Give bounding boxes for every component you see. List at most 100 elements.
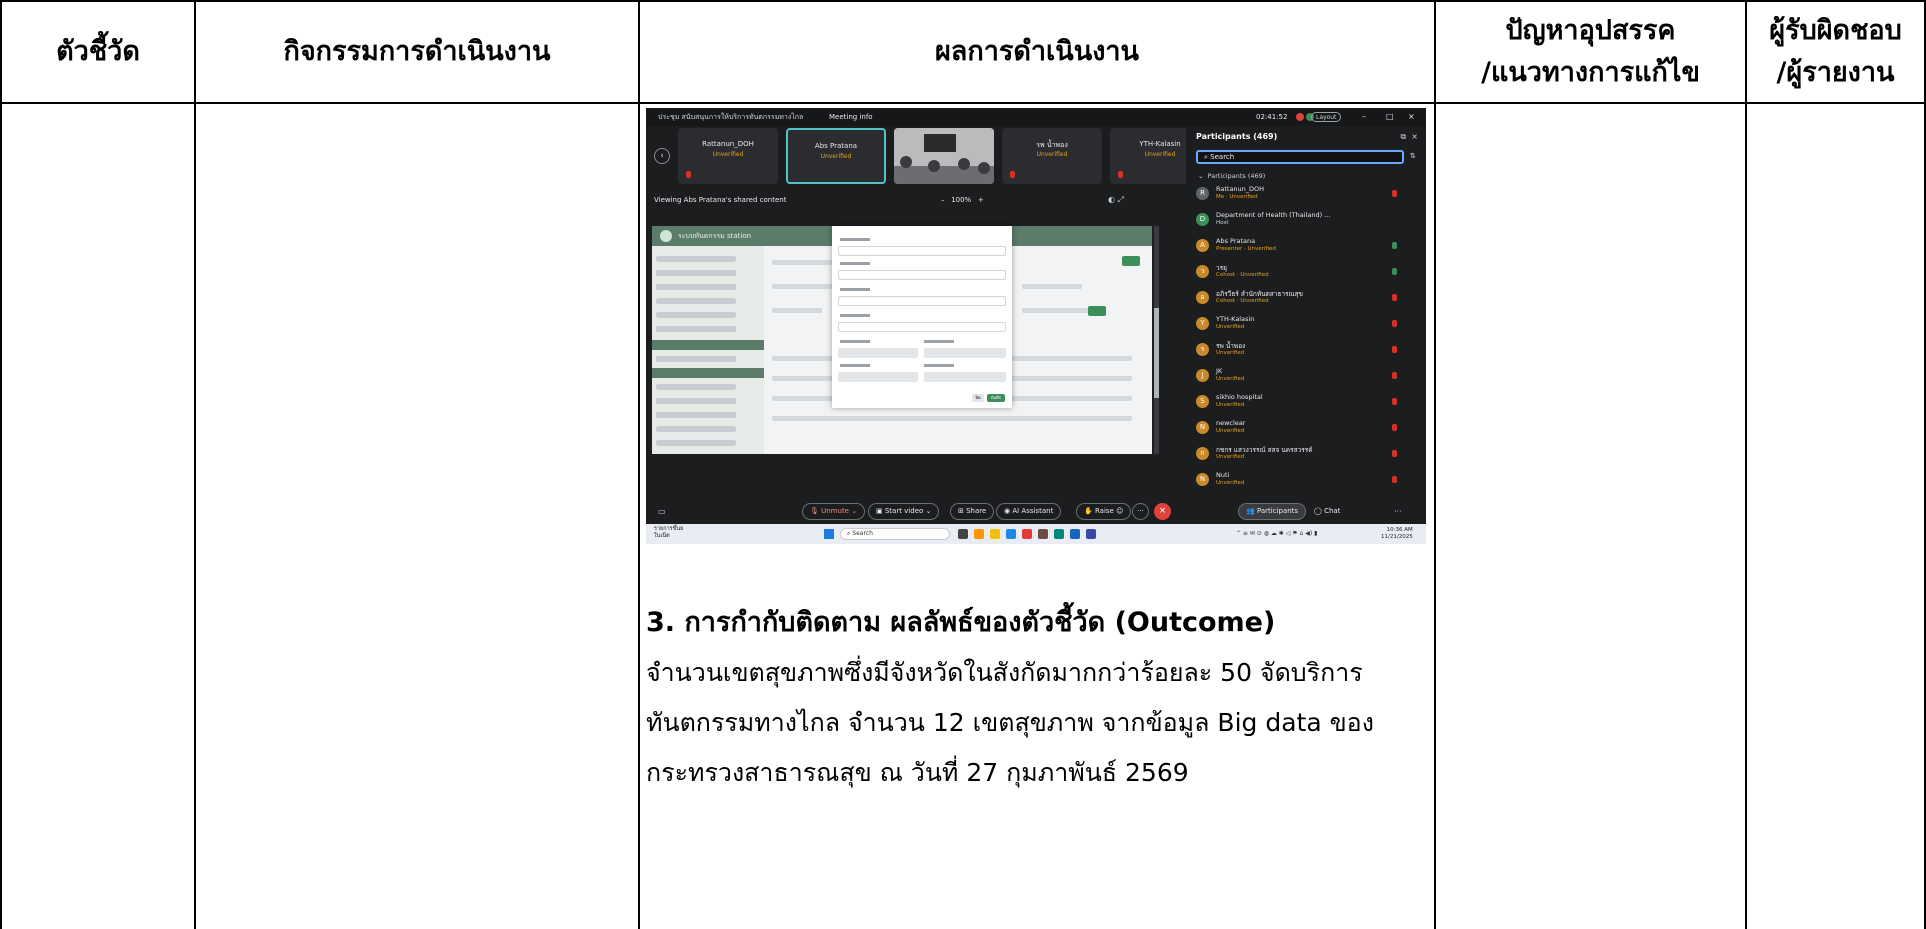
task-view-icon[interactable] — [958, 529, 968, 539]
view-options-icon[interactable]: ◐ ⤢ — [1108, 195, 1124, 205]
zoom-control[interactable]: – 100% + — [941, 196, 984, 204]
participant-name: JK — [1216, 367, 1223, 375]
minimize-icon[interactable]: – — [1362, 108, 1366, 126]
participant-mic-icon — [1392, 346, 1397, 353]
participant-row[interactable]: R Rattanun_DOH Me · Unverified — [1196, 184, 1416, 209]
participant-avatar: ร — [1196, 343, 1209, 356]
unmute-button[interactable]: 🎙 Unmute ⌄ — [802, 503, 866, 520]
taskbar-app-icon[interactable] — [1038, 529, 1048, 539]
tiles-prev-icon[interactable]: ‹ — [654, 148, 670, 164]
participant-row[interactable]: A Abs Pratana Presenter · Unverified — [1196, 236, 1416, 261]
participant-avatar: J — [1196, 369, 1209, 382]
video-tile-camera[interactable] — [894, 128, 994, 184]
taskbar-app-icon[interactable] — [1054, 529, 1064, 539]
participant-row[interactable]: D Department of Health (Thailand) ... Host — [1196, 210, 1416, 235]
participant-status: Unverified — [1216, 428, 1245, 434]
chat-button[interactable]: ◯ Chat — [1306, 503, 1348, 520]
file-explorer-icon[interactable] — [990, 529, 1000, 539]
tile-name: Rattanun_DOH — [702, 140, 754, 148]
windows-start-icon[interactable] — [824, 529, 834, 539]
layout-button[interactable]: Layout — [1311, 112, 1342, 122]
participant-name: Rattanun_DOH — [1216, 185, 1265, 193]
participant-status: Unverified — [1216, 324, 1245, 330]
video-tile[interactable]: รพ น้ำพอง Unverified — [1002, 128, 1102, 184]
participant-row[interactable]: Ssikhio hospital Unverified — [1196, 392, 1416, 417]
system-tray-icons[interactable]: ⌃ ≡ ✉ ⊙ ◍ ☁ ✱ ◁ ⚑ ⌂ ◀) ▮ — [1236, 530, 1317, 537]
participant-status: Cohost · Unverified — [1216, 298, 1269, 304]
more-options-button[interactable]: ··· — [1132, 503, 1149, 520]
taskbar-app-icon[interactable] — [1086, 529, 1096, 539]
participants-group-toggle[interactable]: ⌄ Participants (469) — [1198, 172, 1265, 180]
sort-icon[interactable]: ⇅ — [1410, 152, 1416, 160]
participant-row[interactable]: ออภิรวีธร์ สำนักทันตสาธารณสุข Cohost · Un… — [1196, 288, 1416, 313]
participant-row[interactable]: รรพ น้ำพอง Unverified — [1196, 340, 1416, 365]
header-results-label: ผลการดำเนินงาน — [934, 36, 1140, 67]
tile-status: Unverified — [820, 153, 852, 160]
video-tile-active[interactable]: Abs Pratana Unverified — [786, 128, 886, 184]
leave-meeting-button[interactable]: × — [1154, 503, 1171, 520]
participant-row[interactable]: Nnewclear Unverified — [1196, 418, 1416, 443]
video-tile[interactable]: Rattanun_DOH Unverified — [678, 128, 778, 184]
chat-label: Chat — [1324, 507, 1341, 515]
tile-status: Unverified — [1036, 151, 1068, 158]
participant-mic-icon — [1392, 190, 1397, 197]
viewing-label: Viewing Abs Pratana's shared content — [654, 196, 787, 204]
chrome-icon[interactable] — [1022, 529, 1032, 539]
share-label: Share — [966, 507, 987, 515]
header-responsible-line1: ผู้รับผิดชอบ — [1769, 15, 1902, 46]
raise-hand-button[interactable]: ✋ Raise ☺ — [1076, 503, 1132, 520]
ai-assistant-button[interactable]: ◉ AI Assistant — [996, 503, 1062, 520]
meeting-screenshot: ประชุม สนับสนุนการให้บริการทันตกรรมทางไก… — [646, 108, 1426, 544]
meeting-title-bar: ประชุม สนับสนุนการให้บริการทันตกรรมทางไก… — [646, 108, 1426, 126]
participants-search-input[interactable]: ⌕ Search — [1196, 150, 1404, 164]
tile-name: รพ น้ำพอง — [1036, 141, 1068, 149]
share-button[interactable]: ⊞ Share — [950, 503, 995, 520]
participant-status: Unverified — [1216, 376, 1245, 382]
participant-avatar: S — [1196, 395, 1209, 408]
participant-avatar: ว — [1196, 265, 1209, 278]
participants-button[interactable]: 👥 Participants — [1238, 503, 1307, 520]
shared-scroll-thumb[interactable] — [1154, 308, 1159, 398]
maximize-icon[interactable]: □ — [1386, 108, 1394, 126]
raise-label: Raise — [1094, 507, 1114, 515]
meeting-toolbar: ▭ 🎙 Unmute ⌄ ▣ Start video ⌄ ⊞ Share ◉ A… — [646, 500, 1426, 524]
close-window-icon[interactable]: × — [1408, 108, 1415, 126]
panel-popout-close-icon[interactable]: ⧉ × — [1400, 132, 1418, 142]
captions-icon[interactable]: ▭ — [658, 507, 666, 516]
weather-widget[interactable]: รายการขึ้นย ในเน็ต — [654, 526, 683, 540]
participant-row[interactable]: ววรยุ Cohost · Unverified — [1196, 262, 1416, 287]
participant-mic-icon — [1392, 424, 1397, 431]
participant-name: sikhio hospital — [1216, 393, 1263, 401]
edge-icon[interactable] — [1006, 529, 1016, 539]
participant-mic-icon — [1392, 372, 1397, 379]
column-divider — [638, 0, 640, 929]
tile-name: Abs Pratana — [814, 142, 858, 150]
modal-save-button[interactable]: บันทึก — [987, 394, 1005, 402]
record-indicator-icon — [1296, 113, 1304, 121]
header-indicator: ตัวชี้วัด — [2, 0, 194, 104]
muted-mic-icon — [1118, 171, 1123, 178]
more-icon[interactable]: ··· — [1394, 507, 1402, 516]
participant-status: Me · Unverified — [1216, 194, 1258, 200]
taskbar-search-input[interactable]: ⌕ Search — [840, 528, 950, 540]
participant-mic-icon — [1392, 398, 1397, 405]
participant-row[interactable]: Y YTH-Kalasin Unverified — [1196, 314, 1416, 339]
participant-avatar: A — [1196, 239, 1209, 252]
outcome-text-line: ทันตกรรมทางไกล จำนวน 12 เขตสุขภาพ จากข้อ… — [646, 708, 1374, 737]
participants-title: Participants (469) — [1196, 132, 1278, 141]
participant-status: Unverified — [1216, 402, 1245, 408]
column-divider — [1745, 0, 1747, 929]
participants-panel: Participants (469) ⧉ × ⌕ Search ⇅ ⌄ Part… — [1186, 126, 1426, 500]
start-video-button[interactable]: ▣ Start video ⌄ — [868, 503, 940, 520]
participant-mic-icon — [1392, 450, 1397, 457]
meeting-clock: 02:41:52 — [1256, 113, 1288, 121]
participant-row[interactable]: กกชกร แสวงวรรณ์ สสจ นครสวรรค์ Unverified — [1196, 444, 1416, 469]
participant-avatar: Y — [1196, 317, 1209, 330]
participant-row[interactable]: N Nuti Unverified — [1196, 470, 1416, 495]
webex-icon[interactable] — [1070, 529, 1080, 539]
meeting-info-link[interactable]: Meeting info — [829, 108, 873, 126]
participant-row[interactable]: J JK Unverified — [1196, 366, 1416, 391]
taskbar-app-icon[interactable] — [974, 529, 984, 539]
modal-cancel-button[interactable]: ปิด — [972, 394, 984, 402]
header-results: ผลการดำเนินงาน — [640, 0, 1434, 104]
